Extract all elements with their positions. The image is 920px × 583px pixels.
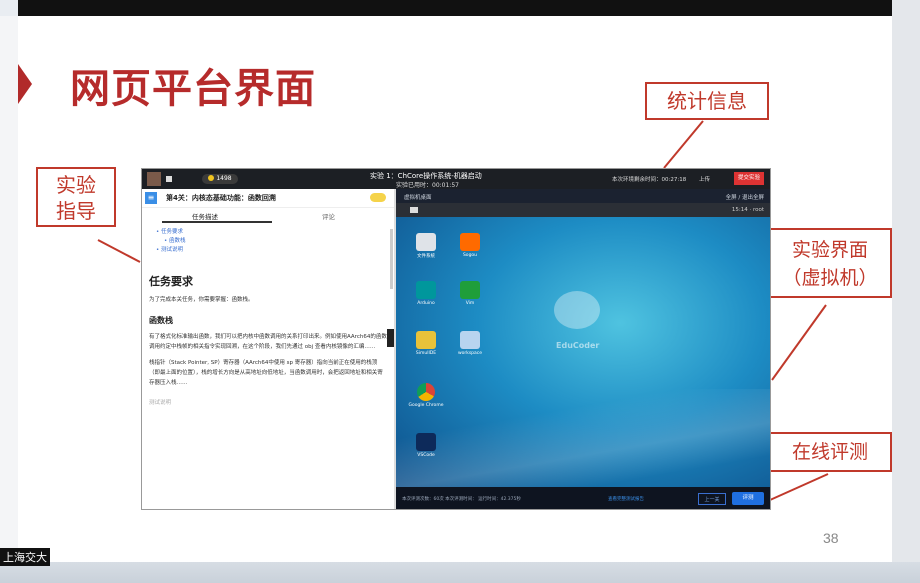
right-margin xyxy=(892,0,920,583)
upload-button[interactable]: 上传 xyxy=(699,175,710,183)
vim-icon[interactable]: Vim xyxy=(450,281,490,306)
task-text: 为了完成本关任务，你需要掌握：函数栈。 xyxy=(149,297,254,303)
platform-header: 1498 实验 1：ChCore操作系统-机器启动 实验已用时：00:01:57… xyxy=(142,169,770,189)
folder-icon[interactable]: workspace xyxy=(450,331,490,356)
footer-hint: 测试说明 xyxy=(149,400,172,406)
coin-icon xyxy=(208,175,215,181)
vm-toolbar: 虚拟机桌面 全屏 / 退出全屏 xyxy=(396,189,770,203)
arduino-icon[interactable]: Arduino xyxy=(406,281,446,306)
window-top-bar xyxy=(18,0,892,16)
wallpaper-swirl xyxy=(396,389,770,487)
vscode-icon[interactable]: VSCode xyxy=(406,433,446,458)
platform-screenshot: 1498 实验 1：ChCore操作系统-机器启动 实验已用时：00:01:57… xyxy=(141,168,771,510)
callout-stats: 统计信息 xyxy=(645,82,769,120)
status-badge xyxy=(370,193,386,202)
callout-guide: 实验 指导 xyxy=(36,167,116,227)
fullscreen-button[interactable]: 全屏 / 退出全屏 xyxy=(726,193,764,201)
menu-icon[interactable]: ≡ xyxy=(145,192,157,204)
experiment-guide-panel: ≡ 第4关：内核态基础功能：函数回溯 任务描述 评论 • 任务要求 • 函数栈 … xyxy=(142,189,394,509)
used-time: 实验已用时：00:01:57 xyxy=(396,182,459,189)
toc-item[interactable]: • 测试说明 xyxy=(156,246,394,255)
title-arrow-icon xyxy=(18,64,32,104)
slide-title: 网页平台界面 xyxy=(70,66,316,112)
table-of-contents: • 任务要求 • 函数栈 • 测试说明 xyxy=(142,222,394,255)
prev-level-button[interactable]: 上一关 xyxy=(698,493,726,505)
paragraph: 有了格式化标准输出函数，我们可以把内核中函数调用的关系打印出来。例如使用AArc… xyxy=(149,334,387,350)
evaluation-stats: 本次评测次数：60次 本次评测时间： 运行时间：42.375秒 xyxy=(402,497,521,502)
cube-icon xyxy=(166,176,172,182)
toc-item[interactable]: • 任务要求 xyxy=(156,228,394,237)
coin-counter: 1498 xyxy=(202,174,238,184)
level-title: 第4关：内核态基础功能：函数回溯 xyxy=(166,194,276,202)
watermark: 上海交大 xyxy=(0,548,50,566)
educoder-brand: EduCoder xyxy=(556,341,600,350)
heading-stack: 函数栈 xyxy=(149,316,173,325)
sogou-icon[interactable]: Sogou xyxy=(450,233,490,258)
window-icon[interactable] xyxy=(410,207,418,213)
toc-item[interactable]: • 函数栈 xyxy=(156,237,394,246)
evaluation-bar: 本次评测次数：60次 本次评测时间： 运行时间：42.375秒 查看完整测试报告… xyxy=(396,487,770,509)
simulide-icon[interactable]: SimulIDE xyxy=(406,331,446,356)
tab-comments[interactable]: 评论 xyxy=(322,211,335,221)
heading-task: 任务要求 xyxy=(149,275,193,288)
virtual-machine-desktop[interactable]: 虚拟机桌面 全屏 / 退出全屏 15:14 · root EduCoder 文件… xyxy=(396,189,770,487)
chrome-icon[interactable]: Google Chrome xyxy=(406,383,446,408)
vm-label: 虚拟机桌面 xyxy=(404,195,432,201)
tab-task[interactable]: 任务描述 xyxy=(192,211,218,221)
report-link[interactable]: 查看完整测试报告 xyxy=(608,496,644,502)
avatar[interactable] xyxy=(147,172,161,186)
drive-icon[interactable]: 文件系统 xyxy=(406,233,446,259)
callout-eval: 在线评测 xyxy=(768,432,892,472)
vm-clock: 15:14 xyxy=(731,207,748,213)
tab-underline xyxy=(162,221,272,223)
evaluate-button[interactable]: 评测 xyxy=(732,492,764,505)
scrollbar[interactable] xyxy=(390,229,393,289)
vm-taskbar: 15:14 · root xyxy=(396,203,770,217)
remaining-time: 本次环境剩余时间：00:27:18 xyxy=(612,177,687,183)
bottom-bar xyxy=(0,562,920,583)
page-number: 38 xyxy=(823,530,839,546)
collapse-handle[interactable] xyxy=(387,329,394,347)
vm-user: root xyxy=(752,207,764,213)
educoder-logo-icon xyxy=(554,291,600,329)
finish-button[interactable]: 提交实验 xyxy=(734,172,764,185)
left-margin xyxy=(0,16,18,562)
paragraph: 栈指针（Stack Pointer, SP）寄存器（AArch64中使用 sp … xyxy=(149,360,383,386)
callout-vm: 实验界面 （虚拟机） xyxy=(768,228,892,298)
